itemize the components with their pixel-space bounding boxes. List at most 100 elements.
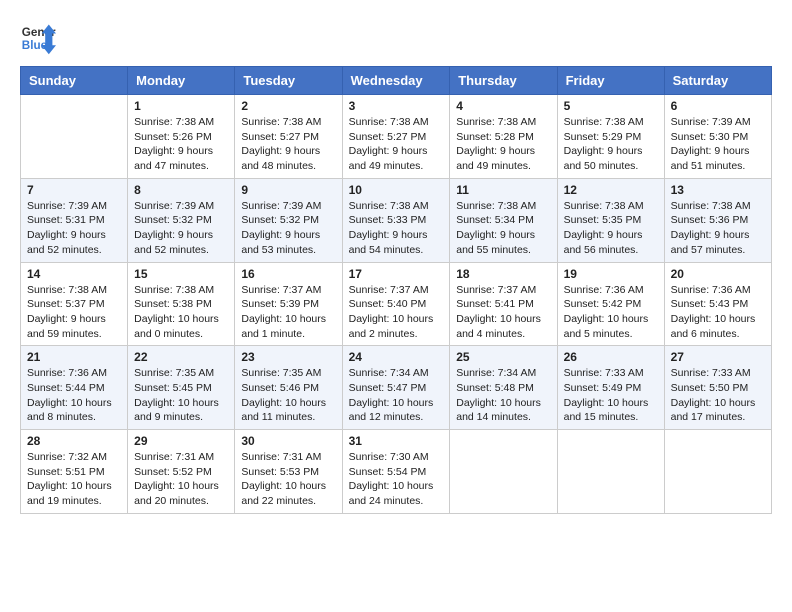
sunset-text: Sunset: 5:48 PM: [456, 382, 534, 394]
sunrise-text: Sunrise: 7:37 AM: [349, 284, 429, 296]
day-number: 17: [349, 267, 444, 281]
daylight-text: Daylight: 10 hours and 9 minutes.: [134, 397, 219, 424]
sunset-text: Sunset: 5:27 PM: [349, 131, 427, 143]
calendar-cell: 26 Sunrise: 7:33 AM Sunset: 5:49 PM Dayl…: [557, 346, 664, 430]
sunset-text: Sunset: 5:29 PM: [564, 131, 642, 143]
day-number: 18: [456, 267, 550, 281]
calendar-cell: 30 Sunrise: 7:31 AM Sunset: 5:53 PM Dayl…: [235, 430, 342, 514]
sunset-text: Sunset: 5:50 PM: [671, 382, 749, 394]
day-number: 2: [241, 99, 335, 113]
cell-content: Sunrise: 7:39 AM Sunset: 5:31 PM Dayligh…: [27, 199, 121, 258]
daylight-text: Daylight: 9 hours and 51 minutes.: [671, 145, 750, 172]
sunrise-text: Sunrise: 7:32 AM: [27, 451, 107, 463]
sunrise-text: Sunrise: 7:38 AM: [456, 116, 536, 128]
sunrise-text: Sunrise: 7:34 AM: [349, 367, 429, 379]
sunrise-text: Sunrise: 7:38 AM: [349, 116, 429, 128]
day-number: 9: [241, 183, 335, 197]
day-number: 6: [671, 99, 765, 113]
sunset-text: Sunset: 5:37 PM: [27, 298, 105, 310]
daylight-text: Daylight: 9 hours and 47 minutes.: [134, 145, 213, 172]
day-number: 26: [564, 350, 658, 364]
sunset-text: Sunset: 5:53 PM: [241, 466, 319, 478]
day-number: 29: [134, 434, 228, 448]
daylight-text: Daylight: 9 hours and 52 minutes.: [27, 229, 106, 256]
sunrise-text: Sunrise: 7:39 AM: [241, 200, 321, 212]
sunset-text: Sunset: 5:40 PM: [349, 298, 427, 310]
day-number: 12: [564, 183, 658, 197]
sunset-text: Sunset: 5:26 PM: [134, 131, 212, 143]
calendar-cell: 17 Sunrise: 7:37 AM Sunset: 5:40 PM Dayl…: [342, 262, 450, 346]
daylight-text: Daylight: 9 hours and 56 minutes.: [564, 229, 643, 256]
cell-content: Sunrise: 7:38 AM Sunset: 5:27 PM Dayligh…: [349, 115, 444, 174]
cell-content: Sunrise: 7:38 AM Sunset: 5:27 PM Dayligh…: [241, 115, 335, 174]
day-number: 3: [349, 99, 444, 113]
day-number: 19: [564, 267, 658, 281]
cell-content: Sunrise: 7:32 AM Sunset: 5:51 PM Dayligh…: [27, 450, 121, 509]
sunrise-text: Sunrise: 7:36 AM: [671, 284, 751, 296]
cell-content: Sunrise: 7:39 AM Sunset: 5:32 PM Dayligh…: [241, 199, 335, 258]
cell-content: Sunrise: 7:38 AM Sunset: 5:28 PM Dayligh…: [456, 115, 550, 174]
cell-content: Sunrise: 7:31 AM Sunset: 5:52 PM Dayligh…: [134, 450, 228, 509]
calendar-cell: 4 Sunrise: 7:38 AM Sunset: 5:28 PM Dayli…: [450, 95, 557, 179]
calendar-cell: [450, 430, 557, 514]
calendar-cell: 20 Sunrise: 7:36 AM Sunset: 5:43 PM Dayl…: [664, 262, 771, 346]
cell-content: Sunrise: 7:37 AM Sunset: 5:41 PM Dayligh…: [456, 283, 550, 342]
day-number: 16: [241, 267, 335, 281]
cell-content: Sunrise: 7:36 AM Sunset: 5:43 PM Dayligh…: [671, 283, 765, 342]
daylight-text: Daylight: 10 hours and 24 minutes.: [349, 480, 434, 507]
calendar-cell: 15 Sunrise: 7:38 AM Sunset: 5:38 PM Dayl…: [128, 262, 235, 346]
daylight-text: Daylight: 10 hours and 15 minutes.: [564, 397, 649, 424]
cell-content: Sunrise: 7:38 AM Sunset: 5:33 PM Dayligh…: [349, 199, 444, 258]
day-number: 8: [134, 183, 228, 197]
sunrise-text: Sunrise: 7:30 AM: [349, 451, 429, 463]
logo-icon: General Blue: [20, 20, 56, 56]
calendar-cell: 1 Sunrise: 7:38 AM Sunset: 5:26 PM Dayli…: [128, 95, 235, 179]
cell-content: Sunrise: 7:37 AM Sunset: 5:39 PM Dayligh…: [241, 283, 335, 342]
daylight-text: Daylight: 9 hours and 49 minutes.: [456, 145, 535, 172]
calendar-cell: 2 Sunrise: 7:38 AM Sunset: 5:27 PM Dayli…: [235, 95, 342, 179]
weekday-header: Wednesday: [342, 67, 450, 95]
calendar-cell: 16 Sunrise: 7:37 AM Sunset: 5:39 PM Dayl…: [235, 262, 342, 346]
sunset-text: Sunset: 5:27 PM: [241, 131, 319, 143]
day-number: 27: [671, 350, 765, 364]
sunset-text: Sunset: 5:30 PM: [671, 131, 749, 143]
cell-content: Sunrise: 7:38 AM Sunset: 5:34 PM Dayligh…: [456, 199, 550, 258]
calendar-cell: 5 Sunrise: 7:38 AM Sunset: 5:29 PM Dayli…: [557, 95, 664, 179]
daylight-text: Daylight: 10 hours and 12 minutes.: [349, 397, 434, 424]
day-number: 11: [456, 183, 550, 197]
calendar-cell: 24 Sunrise: 7:34 AM Sunset: 5:47 PM Dayl…: [342, 346, 450, 430]
calendar-cell: 27 Sunrise: 7:33 AM Sunset: 5:50 PM Dayl…: [664, 346, 771, 430]
weekday-header: Thursday: [450, 67, 557, 95]
sunrise-text: Sunrise: 7:34 AM: [456, 367, 536, 379]
calendar-cell: 7 Sunrise: 7:39 AM Sunset: 5:31 PM Dayli…: [21, 178, 128, 262]
sunset-text: Sunset: 5:46 PM: [241, 382, 319, 394]
daylight-text: Daylight: 9 hours and 59 minutes.: [27, 313, 106, 340]
cell-content: Sunrise: 7:35 AM Sunset: 5:45 PM Dayligh…: [134, 366, 228, 425]
sunset-text: Sunset: 5:44 PM: [27, 382, 105, 394]
sunset-text: Sunset: 5:45 PM: [134, 382, 212, 394]
calendar-cell: 18 Sunrise: 7:37 AM Sunset: 5:41 PM Dayl…: [450, 262, 557, 346]
daylight-text: Daylight: 9 hours and 57 minutes.: [671, 229, 750, 256]
sunset-text: Sunset: 5:41 PM: [456, 298, 534, 310]
sunrise-text: Sunrise: 7:38 AM: [27, 284, 107, 296]
day-number: 5: [564, 99, 658, 113]
calendar-cell: 31 Sunrise: 7:30 AM Sunset: 5:54 PM Dayl…: [342, 430, 450, 514]
day-number: 25: [456, 350, 550, 364]
day-number: 10: [349, 183, 444, 197]
daylight-text: Daylight: 9 hours and 50 minutes.: [564, 145, 643, 172]
sunset-text: Sunset: 5:28 PM: [456, 131, 534, 143]
calendar-week: 7 Sunrise: 7:39 AM Sunset: 5:31 PM Dayli…: [21, 178, 772, 262]
cell-content: Sunrise: 7:39 AM Sunset: 5:32 PM Dayligh…: [134, 199, 228, 258]
daylight-text: Daylight: 9 hours and 55 minutes.: [456, 229, 535, 256]
weekday-header: Friday: [557, 67, 664, 95]
daylight-text: Daylight: 10 hours and 17 minutes.: [671, 397, 756, 424]
calendar-cell: 9 Sunrise: 7:39 AM Sunset: 5:32 PM Dayli…: [235, 178, 342, 262]
sunrise-text: Sunrise: 7:39 AM: [671, 116, 751, 128]
calendar-cell: 28 Sunrise: 7:32 AM Sunset: 5:51 PM Dayl…: [21, 430, 128, 514]
daylight-text: Daylight: 9 hours and 53 minutes.: [241, 229, 320, 256]
weekday-header: Tuesday: [235, 67, 342, 95]
cell-content: Sunrise: 7:36 AM Sunset: 5:42 PM Dayligh…: [564, 283, 658, 342]
cell-content: Sunrise: 7:34 AM Sunset: 5:47 PM Dayligh…: [349, 366, 444, 425]
cell-content: Sunrise: 7:36 AM Sunset: 5:44 PM Dayligh…: [27, 366, 121, 425]
sunrise-text: Sunrise: 7:38 AM: [564, 116, 644, 128]
